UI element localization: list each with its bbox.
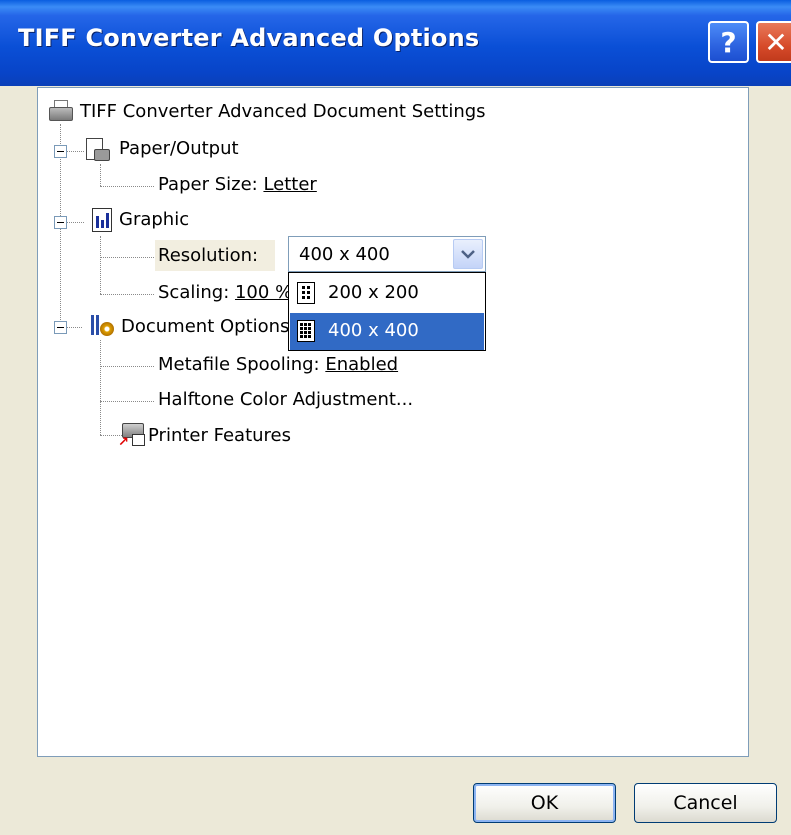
dropdown-option-selected[interactable]: 400 x 400 [290, 313, 484, 350]
tree-line [100, 236, 101, 294]
title-bar[interactable]: TIFF Converter Advanced Options ? ✕ [0, 0, 791, 86]
resolution-grid-icon [297, 282, 315, 304]
tree-item-metafile-spooling[interactable]: Metafile Spooling: Enabled [158, 353, 398, 377]
close-icon: ✕ [764, 25, 788, 59]
window-title: TIFF Converter Advanced Options [18, 24, 480, 52]
tree-line [100, 294, 154, 295]
resolution-grid-icon [297, 320, 315, 342]
cancel-button[interactable]: Cancel [634, 783, 777, 823]
tree-line [66, 151, 84, 152]
tree-line [100, 186, 154, 187]
printer-icon [47, 99, 73, 123]
resolution-dropdown-list[interactable]: 200 x 200 400 x 400 [288, 272, 486, 351]
tree-item-printer-features[interactable]: Printer Features [148, 424, 291, 448]
tree-item-paper-size[interactable]: Paper Size: Letter [158, 173, 317, 197]
tree-line [100, 401, 154, 402]
collapse-document-options-toggle[interactable] [54, 321, 67, 334]
dropdown-option-label: 400 x 400 [328, 320, 419, 341]
tree-line [100, 164, 101, 186]
tree-line [100, 257, 154, 258]
tree-item-paper-output[interactable]: Paper/Output [119, 137, 239, 161]
close-button[interactable]: ✕ [756, 21, 791, 63]
resolution-value: 400 x 400 [299, 244, 390, 265]
paper-size-label: Paper Size: [158, 174, 264, 195]
scaling-value-link[interactable]: 100 % [235, 282, 292, 303]
tree-item-halftone[interactable]: Halftone Color Adjustment... [158, 388, 413, 412]
collapse-graphic-toggle[interactable] [54, 216, 67, 229]
collapse-paper-toggle[interactable] [54, 145, 67, 158]
scaling-label: Scaling: [158, 282, 235, 303]
document-options-icon [90, 313, 118, 339]
tree-line [100, 340, 101, 435]
tree-line [66, 327, 82, 328]
dropdown-option-label: 200 x 200 [328, 282, 419, 303]
page-printer-icon [85, 137, 110, 163]
paper-size-value-link[interactable]: Letter [263, 174, 316, 195]
printer-features-icon: ↗ [118, 418, 146, 450]
tree-item-graphic[interactable]: Graphic [119, 208, 189, 232]
dropdown-option[interactable]: 200 x 200 [290, 275, 484, 312]
chevron-down-icon [461, 250, 475, 259]
tree-root-label[interactable]: TIFF Converter Advanced Document Setting… [80, 100, 486, 124]
help-icon: ? [720, 25, 737, 59]
tree-line [100, 366, 154, 367]
tree-line [66, 222, 84, 223]
dropdown-arrow-button[interactable] [453, 239, 483, 269]
metafile-label: Metafile Spooling: [158, 354, 326, 375]
ok-button[interactable]: OK [473, 783, 616, 823]
resolution-label[interactable]: Resolution: [158, 244, 258, 268]
resolution-combobox[interactable]: 400 x 400 [288, 236, 486, 272]
tree-item-scaling[interactable]: Scaling: 100 % [158, 281, 292, 305]
tree-item-document-options[interactable]: Document Options [121, 315, 289, 339]
graphic-icon [92, 208, 112, 232]
help-button[interactable]: ? [708, 21, 749, 63]
metafile-value-link[interactable]: Enabled [325, 354, 398, 375]
